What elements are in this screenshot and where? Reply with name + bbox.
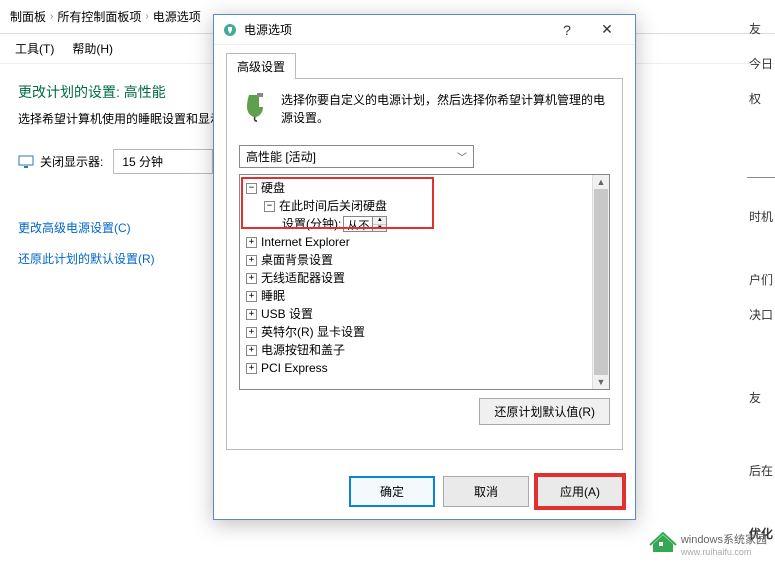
expand-icon[interactable]: + — [246, 309, 257, 320]
fragment-text: 权 — [747, 90, 775, 107]
menu-help[interactable]: 帮助(H) — [72, 40, 113, 57]
spinner-buttons[interactable]: ▲▼ — [372, 217, 386, 231]
scroll-up-icon[interactable]: ▲ — [597, 177, 606, 187]
expand-icon[interactable]: + — [246, 345, 257, 356]
tab-advanced-settings[interactable]: 高级设置 — [226, 53, 296, 79]
apply-button[interactable]: 应用(A) — [537, 476, 623, 507]
tree-node-desktop-bg[interactable]: + 桌面背景设置 — [242, 251, 607, 269]
watermark-url: www.ruihaifu.com — [681, 547, 767, 557]
tree-node-power-buttons-lid[interactable]: + 电源按钮和盖子 — [242, 341, 607, 359]
power-plan-select[interactable]: 高性能 [活动] ﹀ — [239, 145, 474, 168]
tree-label: 硬盘 — [261, 179, 285, 197]
tree-label: 电源按钮和盖子 — [261, 341, 345, 359]
tree-label: USB 设置 — [261, 305, 313, 323]
scroll-thumb[interactable] — [594, 189, 608, 375]
tree-label: PCI Express — [261, 359, 328, 377]
scroll-down-icon[interactable]: ▼ — [597, 377, 606, 387]
help-button[interactable]: ? — [547, 16, 587, 44]
fragment-text: 户们 — [747, 271, 775, 288]
breadcrumb-item[interactable]: 制面板 — [10, 8, 46, 25]
expand-icon[interactable]: + — [246, 273, 257, 284]
tree-node-ie[interactable]: + Internet Explorer — [242, 233, 607, 251]
fragment-text: 今日 — [747, 55, 775, 72]
tree-node-setting-minutes[interactable]: 设置(分钟): 从不 ▲▼ — [242, 215, 607, 233]
expand-icon[interactable]: + — [246, 237, 257, 248]
fragment-text: 友 — [747, 389, 775, 406]
expand-icon[interactable]: + — [246, 327, 257, 338]
dialog-titlebar: 电源选项 ? ✕ — [214, 15, 635, 45]
collapse-icon[interactable]: − — [264, 201, 275, 212]
ok-button[interactable]: 确定 — [349, 476, 435, 507]
display-off-dropdown[interactable]: 15 分钟 — [113, 149, 213, 174]
collapse-icon[interactable]: − — [246, 183, 257, 194]
menu-tools[interactable]: 工具(T) — [15, 40, 54, 57]
restore-plan-defaults-button[interactable]: 还原计划默认值(R) — [479, 398, 610, 425]
display-off-label: 关闭显示器: — [40, 153, 103, 170]
power-plan-value: 高性能 [活动] — [246, 148, 316, 165]
tree-label: 无线适配器设置 — [261, 269, 345, 287]
scrollbar[interactable]: ▲ ▼ — [592, 175, 609, 389]
breadcrumb-item[interactable]: 电源选项 — [153, 8, 201, 25]
tree-node-wireless[interactable]: + 无线适配器设置 — [242, 269, 607, 287]
display-off-value: 15 分钟 — [122, 153, 163, 170]
watermark-name: windows系统家园 — [681, 531, 767, 547]
dialog-title: 电源选项 — [244, 21, 547, 38]
expand-icon[interactable]: + — [246, 291, 257, 302]
minutes-value: 从不 — [344, 217, 372, 231]
chevron-right-icon: › — [145, 11, 148, 22]
tree-label: 桌面背景设置 — [261, 251, 333, 269]
tree-label: 设置(分钟): — [282, 215, 341, 233]
monitor-icon — [18, 154, 34, 170]
fragment-text: 时机 — [747, 208, 775, 225]
power-options-dialog: 电源选项 ? ✕ 高级设置 选择你要自定义的电源计划，然后选择你希望计算机管理的… — [213, 14, 636, 520]
settings-tree[interactable]: − 硬盘 − 在此时间后关闭硬盘 设置(分钟): 从不 ▲▼ — [239, 174, 610, 390]
cancel-button[interactable]: 取消 — [443, 476, 529, 507]
fragment-text: 后在 — [747, 462, 775, 479]
fragment-text: 决口 — [747, 306, 775, 323]
fragment-text: 友 — [747, 20, 775, 37]
tree-node-turn-off-disk[interactable]: − 在此时间后关闭硬盘 — [242, 197, 607, 215]
power-plug-icon — [222, 22, 238, 38]
power-plan-icon — [239, 91, 271, 123]
tree-node-pci-express[interactable]: + PCI Express — [242, 359, 607, 377]
tree-node-hard-disk[interactable]: − 硬盘 — [242, 179, 607, 197]
chevron-right-icon: › — [50, 11, 53, 22]
chevron-down-icon: ﹀ — [457, 149, 467, 164]
tree-label: 英特尔(R) 显卡设置 — [261, 323, 365, 341]
house-icon — [649, 532, 677, 557]
tree-label: Internet Explorer — [261, 233, 350, 251]
close-button[interactable]: ✕ — [587, 16, 627, 44]
tree-label: 睡眠 — [261, 287, 285, 305]
minutes-spinner[interactable]: 从不 ▲▼ — [343, 216, 387, 232]
expand-icon[interactable]: + — [246, 255, 257, 266]
breadcrumb-item[interactable]: 所有控制面板项 — [57, 8, 141, 25]
tree-node-intel-graphics[interactable]: + 英特尔(R) 显卡设置 — [242, 323, 607, 341]
expand-icon[interactable]: + — [246, 363, 257, 374]
dialog-description: 选择你要自定义的电源计划，然后选择你希望计算机管理的电源设置。 — [281, 91, 610, 127]
tree-label: 在此时间后关闭硬盘 — [279, 197, 387, 215]
tree-node-sleep[interactable]: + 睡眠 — [242, 287, 607, 305]
tree-node-usb[interactable]: + USB 设置 — [242, 305, 607, 323]
watermark: windows系统家园 www.ruihaifu.com — [649, 531, 767, 557]
partial-right-window: 友 今日 权 时机 户们 决口 友 后在 优化 — [747, 20, 775, 560]
